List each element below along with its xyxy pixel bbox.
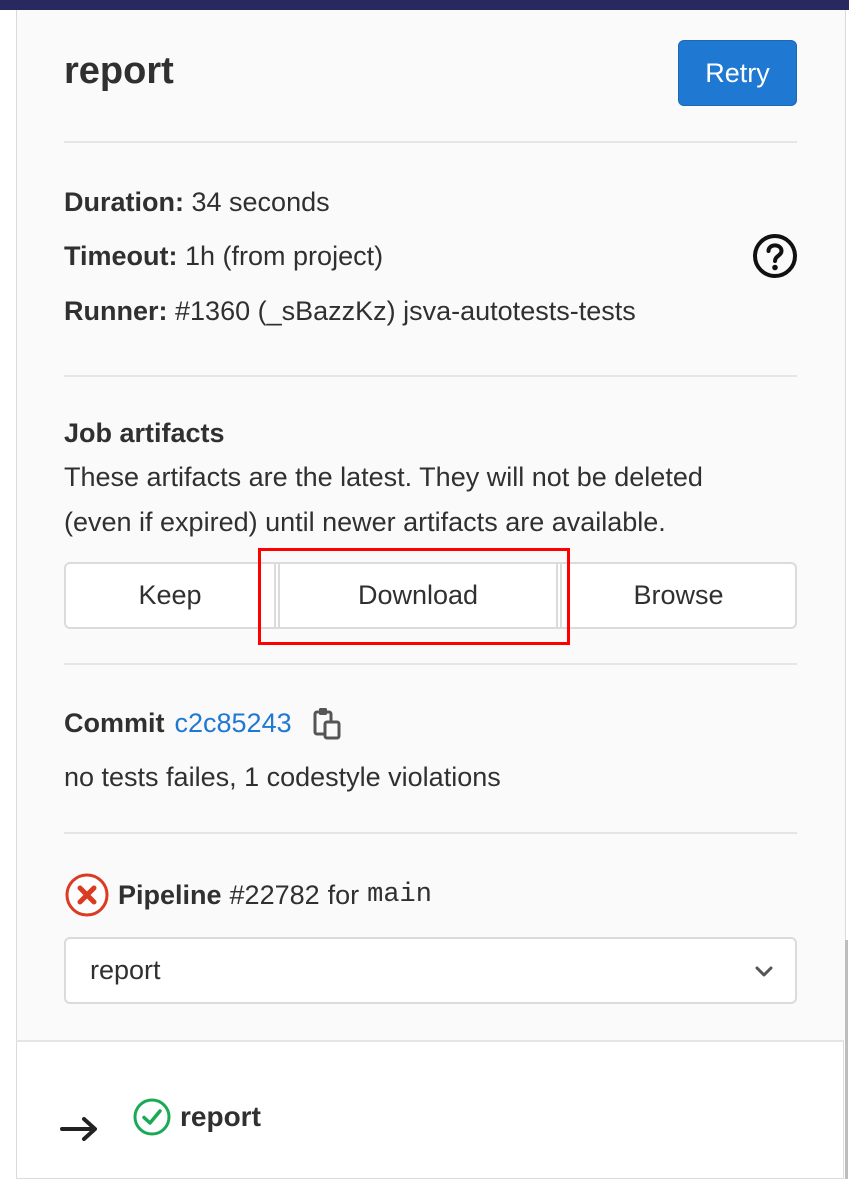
runner-label: Runner: (64, 296, 168, 326)
commit-label: Commit (64, 707, 165, 738)
duration-row: Duration: 34 seconds (64, 187, 330, 218)
stage-dropdown-value: report (90, 955, 161, 985)
artifacts-description-line2: (even if expired) until newer artifacts … (64, 507, 666, 537)
pipeline-row: Pipeline #22782 for main (64, 872, 432, 918)
status-success-icon (133, 1098, 171, 1136)
commit-row: Commit c2c85243 (64, 706, 342, 740)
duration-value: 34 seconds (191, 187, 330, 217)
pipeline-for-text: for (327, 879, 360, 910)
divider (64, 663, 797, 665)
question-circle-icon[interactable] (751, 232, 799, 280)
duration-label: Duration: (64, 187, 184, 217)
commit-message: no tests failes, 1 codestyle violations (64, 762, 501, 792)
artifacts-button-group: Keep Download Browse (64, 562, 797, 629)
retry-button[interactable]: Retry (678, 40, 797, 106)
divider (64, 141, 797, 143)
artifacts-title: Job artifacts (64, 418, 225, 448)
download-button[interactable]: Download (278, 564, 558, 627)
job-title: report (64, 50, 174, 92)
browse-button[interactable]: Browse (560, 564, 795, 627)
runner-row: Runner: #1360 (_sBazzKz) jsva-autotests-… (64, 296, 636, 327)
status-failed-icon[interactable] (64, 872, 110, 918)
divider (64, 375, 797, 377)
timeout-row: Timeout: 1h (from project) (64, 241, 383, 272)
keep-button[interactable]: Keep (66, 564, 276, 627)
runner-value: #1360 (_sBazzKz) jsva-autotests-tests (175, 296, 636, 326)
timeout-value: 1h (from project) (185, 241, 384, 271)
timeout-label: Timeout: (64, 241, 178, 271)
divider (64, 832, 797, 834)
chevron-down-icon (755, 966, 773, 977)
stage-dropdown[interactable]: report (64, 937, 797, 1004)
scrollbar[interactable] (845, 940, 848, 1179)
commit-sha-link[interactable]: c2c85243 (175, 708, 292, 739)
pipeline-branch: main (367, 880, 432, 910)
top-navbar-edge (0, 0, 849, 10)
pipeline-label: Pipeline (118, 879, 222, 910)
job-list-item[interactable]: report (60, 1090, 261, 1144)
pipeline-number: #22782 (229, 879, 320, 910)
artifacts-description-line1: These artifacts are the latest. They wil… (64, 462, 703, 492)
arrow-right-icon (60, 1117, 97, 1141)
job-name-link[interactable]: report (180, 1101, 261, 1133)
copy-clipboard-icon[interactable] (312, 706, 342, 740)
